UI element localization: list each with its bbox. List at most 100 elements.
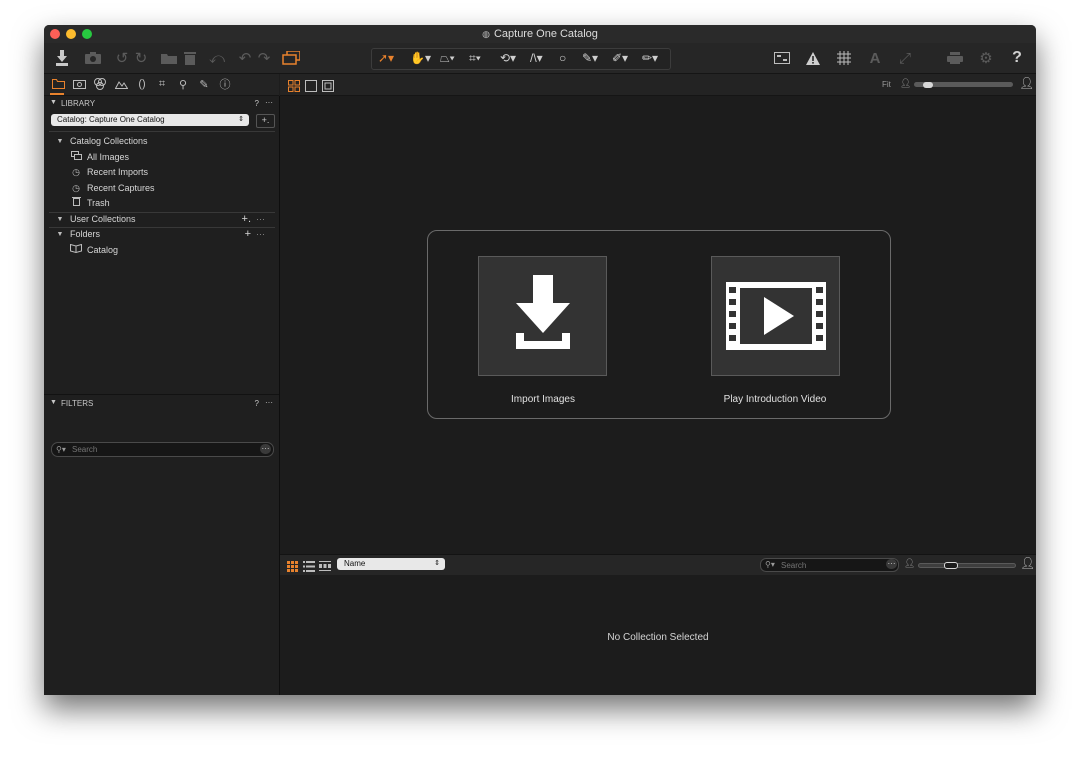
folders-row[interactable]: ▼ Folders + ··· — [44, 227, 279, 242]
folder-catalog[interactable]: Catalog — [44, 243, 279, 258]
multi-view-icon[interactable] — [322, 79, 334, 97]
user-collections-row[interactable]: ▼ User Collections +. ··· — [44, 212, 279, 227]
window-controls — [50, 29, 92, 39]
rotate-tool-icon[interactable]: ⟲▾ — [500, 51, 516, 65]
trash-icon — [70, 196, 82, 211]
close-window-button[interactable] — [50, 29, 60, 39]
trash-icon[interactable] — [180, 49, 200, 67]
play-video-label[interactable]: Play Introduction Video — [675, 394, 875, 405]
library-panel-header[interactable]: ▼ LIBRARY ? ··· — [44, 98, 279, 111]
catalog-folder-label: Catalog — [87, 245, 119, 255]
camera-icon[interactable] — [83, 49, 103, 67]
keystone-icon[interactable]: ⏢▾ — [440, 51, 455, 66]
settings-gear-icon[interactable]: ⚙ — [976, 49, 996, 67]
add-folder-button[interactable]: + — [245, 227, 251, 242]
grid-icon[interactable] — [834, 49, 854, 67]
filters-search-field[interactable]: ⚲▾ ··· — [51, 442, 274, 457]
expand-triangle-icon[interactable]: ▼ — [54, 212, 66, 227]
adjustments-icon[interactable]: ✎ — [196, 77, 212, 91]
help-icon[interactable]: ? — [1007, 49, 1027, 67]
library-menu-button[interactable]: ··· — [265, 98, 273, 107]
clock-icon: ◷ — [72, 167, 80, 177]
collection-trash[interactable]: Trash — [44, 196, 279, 211]
text-overlay-icon[interactable]: A — [865, 49, 885, 67]
crop-icon[interactable]: ⌗▾ — [469, 51, 481, 66]
metadata-info-icon[interactable]: ⓘ — [217, 77, 233, 91]
variant-stack-icon[interactable] — [281, 49, 301, 67]
filters-search-input[interactable] — [72, 444, 252, 454]
capture-camera-icon[interactable] — [71, 77, 87, 91]
import-images-button[interactable] — [478, 256, 607, 376]
play-video-button[interactable] — [711, 256, 840, 376]
lens-icon[interactable]: () — [134, 77, 150, 91]
user-collections-label: User Collections — [70, 214, 136, 224]
exposure-warning-icon[interactable] — [803, 49, 823, 67]
annotate-icon[interactable]: ✏▾ — [642, 51, 658, 65]
move-to-folder-icon[interactable] — [159, 49, 179, 67]
proof-icon[interactable]: ⤢ — [895, 49, 915, 67]
compare-icon[interactable] — [772, 49, 792, 67]
straighten-icon[interactable]: /\▾ — [530, 51, 543, 65]
browser-search-menu-button[interactable]: ··· — [886, 559, 897, 569]
browser-size-knob[interactable] — [944, 562, 958, 569]
collapse-triangle-icon[interactable]: ▼ — [50, 399, 57, 406]
catalog-collections-row[interactable]: ▼ Catalog Collections — [44, 134, 279, 149]
book-icon — [70, 243, 82, 258]
details-icon[interactable]: ⚲ — [175, 77, 191, 91]
expand-triangle-icon[interactable]: ▼ — [54, 227, 66, 242]
window-title: Capture One Catalog — [493, 28, 598, 40]
library-help-button[interactable]: ? — [255, 99, 259, 108]
filters-panel-header[interactable]: ▼ FILTERS ? ··· — [44, 398, 279, 411]
recent-imports-label: Recent Imports — [87, 167, 149, 177]
browser-size-slider[interactable] — [918, 562, 1016, 569]
viewer-toolbar: Fit 👤︎ 👤︎ — [280, 74, 1036, 96]
viewer-zoom-knob[interactable] — [923, 81, 933, 88]
catalog-collections-label: Catalog Collections — [70, 136, 148, 146]
collection-recent-imports[interactable]: ◷ Recent Imports — [44, 165, 279, 180]
grid-view-icon[interactable] — [288, 79, 300, 97]
sort-select[interactable]: Name ⇕ — [337, 558, 445, 570]
library-header-label: LIBRARY — [61, 99, 96, 108]
exposure-icon[interactable] — [113, 77, 129, 91]
import-icon[interactable] — [52, 49, 72, 67]
zoom-window-button[interactable] — [82, 29, 92, 39]
film-play-icon — [726, 282, 826, 350]
eyedropper-icon[interactable]: ✐▾ — [612, 51, 628, 65]
fit-label[interactable]: Fit — [882, 80, 891, 89]
select-cursor-icon[interactable]: ➚▾ — [378, 51, 394, 65]
rotate-left-icon[interactable]: ↺ — [112, 49, 132, 67]
filters-help-button[interactable]: ? — [255, 399, 259, 408]
add-user-collection-button[interactable]: +. — [242, 212, 251, 227]
color-icon[interactable] — [92, 77, 108, 91]
title-bar: ◍ Capture One Catalog — [44, 25, 1036, 43]
single-view-icon[interactable] — [305, 79, 317, 97]
print-icon[interactable] — [945, 49, 965, 67]
trash-label: Trash — [87, 198, 110, 208]
collapse-triangle-icon[interactable]: ▼ — [50, 99, 57, 106]
library-folder-icon[interactable] — [50, 77, 66, 91]
minimize-window-button[interactable] — [66, 29, 76, 39]
filters-menu-button[interactable]: ··· — [265, 398, 273, 407]
crop-tab-icon[interactable]: ⌗ — [154, 77, 170, 91]
add-catalog-button[interactable]: +. — [256, 114, 275, 128]
browser-search-field[interactable]: ⚲▾ ··· — [760, 558, 899, 572]
catalog-select[interactable]: Catalog: Capture One Catalog ⇕ — [51, 114, 249, 126]
rotate-right-icon[interactable]: ↻ — [131, 49, 151, 67]
undo-all-icon[interactable]: ⤺ — [207, 49, 227, 67]
catalog-select-value: Catalog: Capture One Catalog — [57, 115, 165, 124]
expand-triangle-icon[interactable]: ▼ — [54, 134, 66, 149]
browser-search-input[interactable] — [781, 560, 881, 570]
catalog-icon: ◍ — [482, 29, 490, 39]
viewer-zoom-slider[interactable] — [914, 81, 1013, 88]
redo-icon[interactable]: ↷ — [254, 49, 274, 67]
collection-recent-captures[interactable]: ◷ Recent Captures — [44, 181, 279, 196]
import-images-label[interactable]: Import Images — [443, 394, 643, 405]
folders-menu-button[interactable]: ··· — [256, 227, 265, 242]
filters-search-menu-button[interactable]: ··· — [260, 444, 271, 454]
circle-icon[interactable]: ○ — [559, 51, 566, 65]
user-collections-menu-button[interactable]: ··· — [256, 212, 265, 227]
pan-hand-icon[interactable]: ✋▾ — [410, 51, 431, 65]
brush-icon[interactable]: ✎▾ — [582, 51, 598, 65]
undo-icon[interactable]: ↶ — [235, 49, 255, 67]
collection-all-images[interactable]: All Images — [44, 150, 279, 165]
